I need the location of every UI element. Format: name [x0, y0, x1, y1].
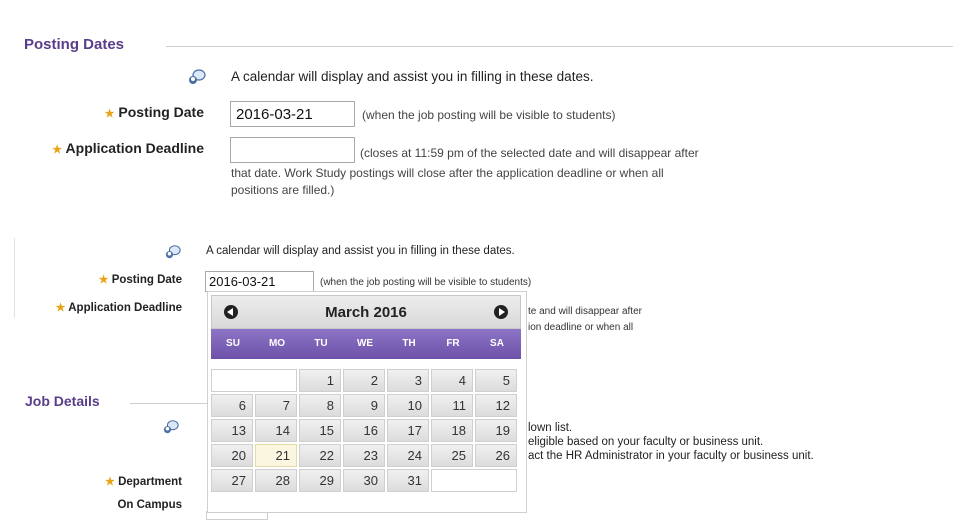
day-cell-6[interactable]: 6 [211, 394, 253, 417]
day-cell-9[interactable]: 9 [343, 394, 385, 417]
day-cell-26[interactable]: 26 [475, 444, 517, 467]
day-cell-5[interactable]: 5 [475, 369, 517, 392]
section-title-job-details: Job Details [25, 393, 100, 409]
section-title-posting-dates: Posting Dates [24, 36, 125, 53]
deadline-hint-fragment-2: ion deadline or when all [528, 322, 634, 333]
posting-date-hint: (when the job posting will be visible to… [362, 108, 616, 122]
datepicker-weekday-row: SU MO TU WE TH FR SA [211, 329, 521, 359]
required-star-icon: ★ [104, 108, 115, 120]
day-cell-18[interactable]: 18 [431, 419, 473, 442]
empty-day-cell [211, 369, 297, 392]
day-cell-2[interactable]: 2 [343, 369, 385, 392]
day-cell-22[interactable]: 22 [299, 444, 341, 467]
required-star-icon: ★ [52, 144, 63, 156]
datepicker: March 2016 SU MO TU WE TH FR SA 1 2 3 4 5 6 7 8 9 10 11 1… [207, 291, 527, 513]
posting-date-label: ★ Posting Date [104, 104, 204, 120]
day-cell-24[interactable]: 24 [387, 444, 429, 467]
application-deadline-label-2: ★ Application Deadline [55, 302, 182, 314]
datepicker-month-title: March 2016 [325, 304, 407, 321]
help-bubble-icon [165, 244, 181, 260]
deadline-hint-line3: positions are filled.) [231, 183, 335, 197]
application-deadline-label: ★ Application Deadline [52, 140, 204, 156]
required-star-icon: ★ [98, 274, 109, 286]
day-cell-30[interactable]: 30 [343, 469, 385, 492]
next-month-icon[interactable] [494, 305, 508, 319]
calendar-help-text-2: A calendar will display and assist you i… [206, 245, 515, 257]
day-cell-19[interactable]: 19 [475, 419, 517, 442]
section-border [14, 238, 15, 318]
day-cell-21[interactable]: 21 [255, 444, 297, 467]
deadline-hint-fragment-1: te and will disappear after [528, 306, 642, 317]
weekday-th: TH [402, 338, 416, 349]
weekday-fr: FR [446, 338, 460, 349]
posting-date-hint-2: (when the job posting will be visible to… [320, 277, 532, 288]
help-bubble-icon [188, 68, 206, 86]
day-cell-29[interactable]: 29 [299, 469, 341, 492]
day-cell-20[interactable]: 20 [211, 444, 253, 467]
weekday-tu: TU [314, 338, 328, 349]
posting-date-label-2: ★ Posting Date [98, 274, 182, 286]
day-cell-4[interactable]: 4 [431, 369, 473, 392]
posting-date-input-2[interactable] [205, 271, 314, 292]
day-cell-10[interactable]: 10 [387, 394, 429, 417]
required-star-icon: ★ [105, 476, 115, 488]
day-cell-7[interactable]: 7 [255, 394, 297, 417]
weekday-sa: SA [490, 338, 504, 349]
section-divider [130, 403, 210, 404]
job-info-fragment-3: act the HR Administrator in your faculty… [528, 450, 814, 462]
section-divider [166, 46, 953, 47]
day-cell-1[interactable]: 1 [299, 369, 341, 392]
day-cell-13[interactable]: 13 [211, 419, 253, 442]
day-cell-17[interactable]: 17 [387, 419, 429, 442]
job-info-fragment-2: eligible based on your faculty or busine… [528, 436, 764, 448]
day-cell-27[interactable]: 27 [211, 469, 253, 492]
weekday-mo: MO [268, 338, 286, 349]
empty-day-cell [431, 469, 517, 492]
application-deadline-input[interactable] [230, 137, 355, 163]
day-cell-15[interactable]: 15 [299, 419, 341, 442]
calendar-help-text: A calendar will display and assist you i… [231, 69, 594, 84]
day-cell-23[interactable]: 23 [343, 444, 385, 467]
weekday-su: SU [226, 338, 240, 349]
day-cell-8[interactable]: 8 [299, 394, 341, 417]
department-label: ★ Department [105, 476, 182, 488]
deadline-hint-line1: (closes at 11:59 pm of the selected date… [360, 146, 699, 160]
on-campus-label: On Campus [117, 499, 182, 511]
day-cell-3[interactable]: 3 [387, 369, 429, 392]
day-cell-31[interactable]: 31 [387, 469, 429, 492]
weekday-we: WE [356, 338, 374, 349]
day-cell-12[interactable]: 12 [475, 394, 517, 417]
datepicker-header: March 2016 [211, 295, 521, 329]
posting-date-input[interactable] [230, 101, 355, 127]
day-cell-16[interactable]: 16 [343, 419, 385, 442]
job-info-fragment-1: lown list. [528, 422, 573, 434]
day-cell-11[interactable]: 11 [431, 394, 473, 417]
day-cell-25[interactable]: 25 [431, 444, 473, 467]
day-cell-14[interactable]: 14 [255, 419, 297, 442]
day-cell-28[interactable]: 28 [255, 469, 297, 492]
help-bubble-icon [163, 419, 179, 435]
required-star-icon: ★ [55, 302, 66, 314]
deadline-hint-line2: that date. Work Study postings will clos… [231, 166, 664, 180]
